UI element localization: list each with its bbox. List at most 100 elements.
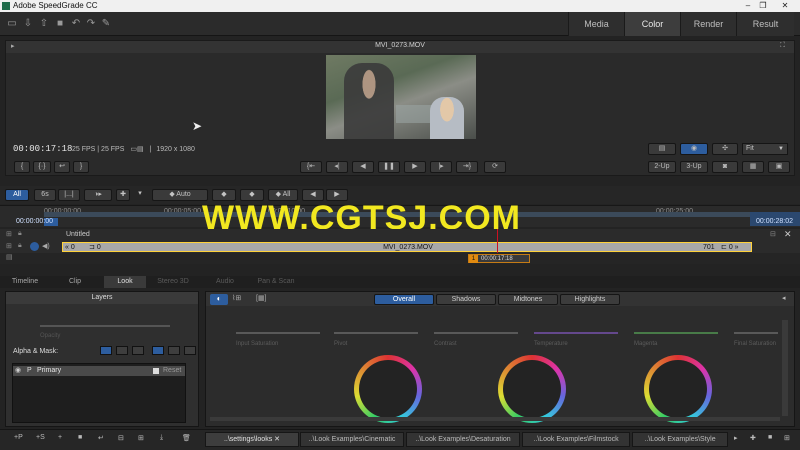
layer-row-primary[interactable]: ◉ P Primary Reset — [13, 366, 185, 376]
trash-icon[interactable]: 🗑 — [182, 434, 191, 442]
opacity-slider[interactable] — [40, 325, 170, 327]
pause-button[interactable]: ❚❚ — [378, 161, 400, 173]
redo-icon[interactable]: ↷ — [85, 18, 97, 30]
nav-tab-render[interactable]: Render — [680, 12, 736, 36]
chevron-down-icon[interactable]: ▾ — [136, 189, 144, 201]
film-icon[interactable]: ▤ — [6, 253, 13, 261]
lock-icon[interactable]: 🔒︎ — [18, 242, 22, 250]
highlights-color-wheel[interactable] — [644, 355, 712, 423]
tab-audio[interactable]: Audio — [204, 276, 246, 288]
look-tab-desaturation[interactable]: ..\Look Examples\Desaturation — [406, 432, 520, 447]
return-icon[interactable]: ↵ — [98, 434, 104, 442]
tab-clip[interactable]: Clip — [54, 276, 96, 288]
vertical-scrollbar[interactable] — [782, 320, 788, 416]
mask-square-icon[interactable] — [184, 346, 196, 355]
all-button[interactable]: All — [5, 189, 29, 201]
eye-icon[interactable]: ◉ — [15, 366, 21, 376]
alpha-none-icon[interactable] — [100, 346, 112, 355]
six-s-button[interactable]: 6s — [34, 189, 56, 201]
shadows-color-wheel[interactable] — [354, 355, 422, 423]
loop-playback-button[interactable]: ⟳ — [484, 161, 506, 173]
lut-icon[interactable]: [▦] — [256, 294, 267, 302]
play-button[interactable]: ▶ — [404, 161, 426, 173]
grid-icon[interactable]: ▦ — [742, 161, 764, 173]
step-forward-button[interactable]: |▸ — [430, 161, 452, 173]
close-icon[interactable]: ✕ — [274, 436, 280, 443]
tab-overall[interactable]: Overall — [374, 294, 434, 305]
look-tab-style[interactable]: ..\Look Examples\Style — [632, 432, 728, 447]
export-icon[interactable]: ⇧ — [38, 18, 50, 30]
play-reverse-button[interactable]: ◀ — [352, 161, 374, 173]
nav-tab-result[interactable]: Result — [736, 12, 794, 36]
eye-icon[interactable] — [30, 242, 39, 251]
tab-highlights[interactable]: Highlights — [560, 294, 620, 305]
look-tab-cinematic[interactable]: ..\Look Examples\Cinematic — [300, 432, 404, 447]
snapshot-icon[interactable]: ◙ — [712, 161, 738, 173]
import-icon[interactable]: ⇩ — [22, 18, 34, 30]
nav-tab-color[interactable]: Color — [624, 12, 680, 36]
monitor-icon[interactable]: ▭▤ — [130, 146, 143, 153]
alpha-rect-icon[interactable] — [116, 346, 128, 355]
add-secondary-button[interactable]: +S — [36, 434, 45, 441]
reset-checkbox[interactable] — [153, 368, 159, 374]
tab-stereo-3d[interactable]: Stereo 3D — [152, 276, 194, 288]
go-to-out-button[interactable]: ⇥} — [456, 161, 478, 173]
mask-none-icon[interactable] — [152, 346, 164, 355]
next-tab-icon[interactable]: ▸ — [734, 434, 738, 442]
playhead[interactable] — [497, 229, 498, 253]
overlay-icon[interactable]: ▣ — [768, 161, 790, 173]
add-primary-button[interactable]: +P — [14, 434, 23, 441]
midtones-color-wheel[interactable] — [498, 355, 566, 423]
go-to-in-button[interactable]: {⇤ — [300, 161, 322, 173]
mark-clip-button[interactable]: {·} — [33, 161, 51, 173]
lock-icon[interactable]: 🔒︎ — [18, 230, 22, 238]
nav-tab-media[interactable]: Media — [568, 12, 624, 36]
auto-keyframe-button[interactable]: ◆ Auto — [152, 189, 208, 201]
color-wheel-icon[interactable]: ◐ — [210, 294, 228, 305]
grade-view-icon[interactable]: ◑▸ — [84, 189, 112, 201]
download-icon[interactable]: ⤓ — [160, 434, 163, 442]
mark-out-button[interactable]: } — [73, 161, 89, 173]
fit-range-button[interactable]: |...| — [58, 189, 80, 201]
slider-final-saturation[interactable] — [734, 332, 778, 334]
step-back-button[interactable]: ◂| — [326, 161, 348, 173]
minimize-icon[interactable]: – — [742, 1, 754, 10]
look-tab-filmstock[interactable]: ..\Look Examples\Filmstock — [522, 432, 630, 447]
save-icon[interactable]: ■ — [54, 18, 66, 30]
wrench-icon[interactable]: ✎ — [100, 18, 112, 30]
panel-menu-icon[interactable]: ◂ — [782, 294, 786, 302]
scopes-button[interactable]: ✣ — [712, 143, 738, 155]
save-look-icon[interactable]: ■ — [768, 434, 772, 441]
slider-pivot[interactable] — [334, 332, 418, 334]
horizontal-scrollbar[interactable] — [210, 417, 780, 421]
maximize-icon[interactable]: ❐ — [757, 1, 769, 10]
tab-look[interactable]: Look — [104, 276, 146, 288]
undo-icon[interactable]: ↶ — [70, 18, 82, 30]
tab-timeline[interactable]: Timeline — [4, 276, 46, 288]
close-icon[interactable]: ✕ — [775, 1, 795, 10]
two-up-button[interactable]: 2-Up — [648, 161, 676, 173]
stack-icon[interactable]: ⊟ — [118, 434, 124, 442]
close-icon[interactable]: ✕ — [784, 229, 792, 240]
slider-magenta[interactable] — [634, 332, 718, 334]
slider-temperature[interactable] — [534, 332, 618, 334]
speaker-icon[interactable]: ◀) — [42, 242, 50, 250]
add-layer-button[interactable]: + — [58, 434, 62, 441]
timeline-clip[interactable]: « 0 ⊐ 0 MVI_0273.MOV 701 ⊏ 0 » — [62, 242, 752, 252]
curves-icon[interactable]: ⌇⊞ — [232, 294, 241, 302]
add-look-icon[interactable]: ✚ — [750, 434, 756, 442]
mask-circle-icon[interactable] — [168, 346, 180, 355]
folder-open-icon[interactable]: ▭ — [6, 18, 18, 30]
slider-contrast[interactable] — [434, 332, 518, 334]
stop-icon[interactable]: ■ — [78, 434, 82, 441]
three-up-button[interactable]: 3-Up — [680, 161, 708, 173]
loop-button[interactable]: ↩ — [54, 161, 70, 173]
tab-midtones[interactable]: Midtones — [498, 294, 558, 305]
mark-in-button[interactable]: { — [14, 161, 30, 173]
tab-pan-scan[interactable]: Pan & Scan — [252, 276, 300, 288]
zoom-select[interactable]: Fit ▼ — [742, 143, 788, 155]
fullscreen-icon[interactable]: ⛶ — [780, 42, 785, 50]
grid-icon[interactable]: ⊞ — [6, 242, 12, 250]
grid-icon[interactable]: ⊞ — [6, 230, 12, 238]
tab-shadows[interactable]: Shadows — [436, 294, 496, 305]
